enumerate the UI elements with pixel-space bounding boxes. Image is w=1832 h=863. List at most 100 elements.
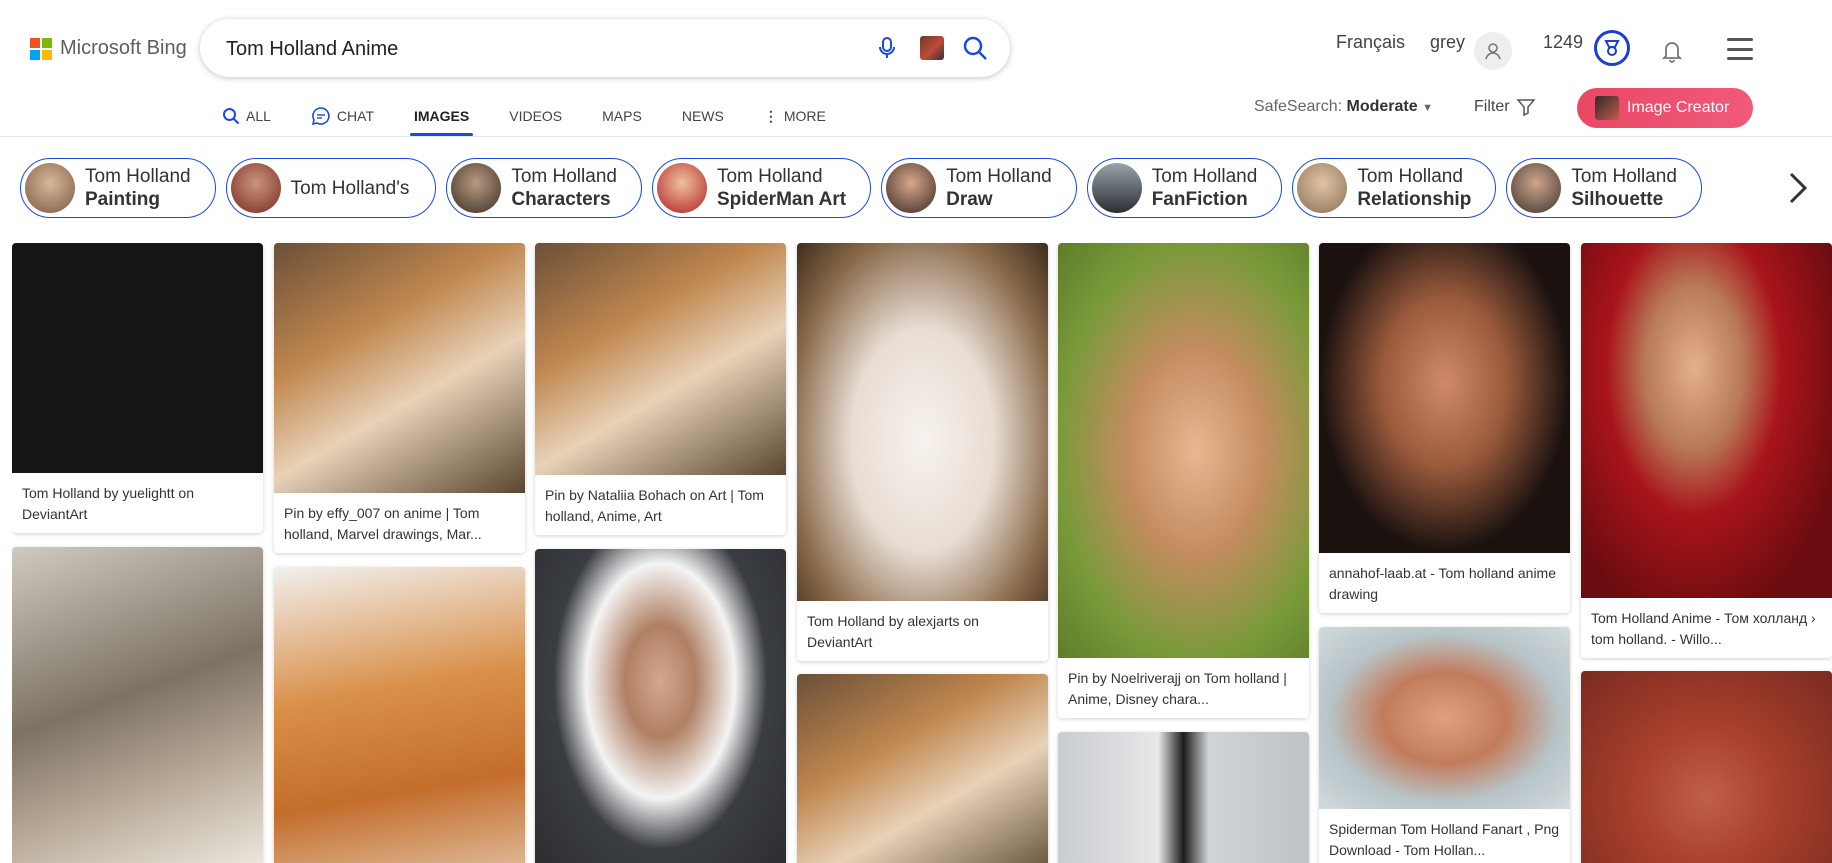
related-chip[interactable]: Tom Holland FanFiction xyxy=(1086,158,1283,218)
result-caption: Pin by Noelriverajj on Tom holland | Ani… xyxy=(1068,670,1287,707)
more-dots-icon: ⋮ xyxy=(763,107,778,124)
image-results-grid: Tom Holland by yuelightt on DeviantArt P… xyxy=(12,243,1832,863)
tab-maps[interactable]: MAPS xyxy=(602,96,642,136)
tab-videos[interactable]: VIDEOS xyxy=(509,96,562,136)
result-caption: Spiderman Tom Holland Fanart , Png Downl… xyxy=(1329,821,1560,858)
result-image xyxy=(12,547,263,863)
microphone-icon[interactable] xyxy=(875,36,899,60)
chip-line1: Tom Holland xyxy=(1357,166,1463,187)
image-result-card[interactable] xyxy=(1058,732,1309,863)
chip-thumbnail xyxy=(230,163,281,213)
tab-all[interactable]: ALL xyxy=(222,96,271,136)
safesearch-dropdown[interactable]: SafeSearch: Moderate ▼ xyxy=(1254,98,1433,116)
result-image xyxy=(274,567,525,863)
filter-button[interactable]: Filter xyxy=(1474,97,1536,117)
search-icon[interactable] xyxy=(962,35,988,61)
result-image xyxy=(1581,671,1832,863)
visual-search-icon[interactable] xyxy=(920,36,944,60)
user-name[interactable]: grey xyxy=(1430,32,1465,53)
chip-thumbnail xyxy=(886,163,937,213)
image-result-card[interactable]: Tom Holland Anime - Том холланд › tom ho… xyxy=(1581,243,1832,658)
rewards-points[interactable]: 1249 xyxy=(1543,32,1583,53)
result-caption: Tom Holland by alexjarts on DeviantArt xyxy=(807,613,979,650)
chip-thumbnail xyxy=(451,163,502,213)
result-image xyxy=(274,243,525,493)
result-image xyxy=(1581,243,1832,598)
result-image xyxy=(1319,243,1570,553)
search-box xyxy=(200,19,1010,77)
tab-more[interactable]: ⋮ MORE xyxy=(764,96,826,136)
search-input[interactable] xyxy=(224,35,828,63)
tab-news[interactable]: NEWS xyxy=(682,96,724,136)
top-header: Microsoft Bing Français grey 1249 ALL CH… xyxy=(0,0,1832,137)
image-creator-button[interactable]: Image Creator xyxy=(1577,88,1753,128)
image-creator-label: Image Creator xyxy=(1627,99,1730,116)
result-image xyxy=(535,549,786,863)
chip-line1: Tom Holland xyxy=(511,166,617,187)
result-caption: Pin by effy_007 on anime | Tom holland, … xyxy=(284,505,482,542)
caret-down-icon: ▼ xyxy=(1422,102,1433,114)
rewards-icon[interactable] xyxy=(1594,30,1630,66)
filter-label: Filter xyxy=(1474,98,1510,115)
image-result-card[interactable] xyxy=(1581,671,1832,863)
search-icon xyxy=(223,108,240,125)
safesearch-value: Moderate xyxy=(1346,98,1418,115)
related-chip[interactable]: Tom Holland Relationship xyxy=(1292,158,1497,218)
image-result-card[interactable] xyxy=(797,674,1048,863)
brand-name: Microsoft Bing xyxy=(60,37,187,59)
chip-line2: FanFiction xyxy=(1151,189,1248,210)
image-result-card[interactable] xyxy=(274,567,525,863)
result-image xyxy=(1058,732,1309,863)
result-image xyxy=(535,243,786,475)
chip-line2: Silhouette xyxy=(1571,189,1664,210)
related-chip[interactable]: Tom Holland's xyxy=(225,158,437,218)
notifications-bell-icon[interactable] xyxy=(1660,38,1684,64)
related-searches: Tom Holland Painting Tom Holland's Tom Ho… xyxy=(20,158,1702,220)
chip-line2: Characters xyxy=(511,189,611,210)
tab-label: IMAGES xyxy=(414,108,470,124)
microsoft-logo-icon xyxy=(30,37,52,60)
image-result-card[interactable]: Pin by Noelriverajj on Tom holland | Ani… xyxy=(1058,243,1309,718)
result-image xyxy=(797,674,1048,863)
chip-thumbnail xyxy=(1511,163,1562,213)
related-chip[interactable]: Tom Holland Draw xyxy=(881,158,1077,218)
image-result-card[interactable] xyxy=(535,549,786,863)
related-chip[interactable]: Tom Holland Silhouette xyxy=(1506,158,1702,218)
language-link[interactable]: Français xyxy=(1336,32,1405,53)
tab-label: VIDEOS xyxy=(509,108,563,124)
tab-label: NEWS xyxy=(681,108,724,124)
filter-funnel-icon xyxy=(1515,99,1536,117)
image-result-card[interactable]: Pin by Nataliia Bohach on Art | Tom holl… xyxy=(535,243,786,535)
chip-line2: Relationship xyxy=(1357,189,1472,210)
bing-logo[interactable]: Microsoft Bing xyxy=(30,37,187,60)
tab-label: CHAT xyxy=(336,108,374,124)
chevron-right-icon[interactable] xyxy=(1782,168,1812,208)
menu-icon[interactable] xyxy=(1727,38,1753,60)
related-chip[interactable]: Tom Holland Characters xyxy=(446,158,642,218)
image-result-card[interactable]: Tom Holland by alexjarts on DeviantArt xyxy=(797,243,1048,661)
tab-images[interactable]: IMAGES xyxy=(409,96,474,136)
tab-chat[interactable]: CHAT xyxy=(311,96,374,136)
chip-thumbnail xyxy=(656,163,707,213)
related-chip[interactable]: Tom Holland Painting xyxy=(20,158,216,218)
result-caption: annahof-laab.at - Tom holland anime draw… xyxy=(1329,565,1557,602)
result-image xyxy=(797,243,1048,601)
chat-icon xyxy=(311,107,330,126)
image-result-card[interactable]: Spiderman Tom Holland Fanart , Png Downl… xyxy=(1319,627,1570,863)
image-result-card[interactable] xyxy=(12,547,263,863)
search-tabs: ALL CHAT IMAGES VIDEOS MAPS NEWS ⋮ MORE xyxy=(222,96,866,136)
user-icon xyxy=(1485,43,1501,60)
avatar[interactable] xyxy=(1474,32,1512,70)
chip-line1: Tom Holland xyxy=(1151,166,1258,187)
chip-line2: Draw xyxy=(946,189,993,210)
result-caption: Tom Holland by yuelightt on DeviantArt xyxy=(22,485,194,522)
tab-label: ALL xyxy=(246,108,271,124)
result-image xyxy=(1058,243,1309,658)
image-result-card[interactable]: Pin by effy_007 on anime | Tom holland, … xyxy=(274,243,525,553)
safesearch-label: SafeSearch: xyxy=(1254,98,1343,115)
result-caption: Pin by Nataliia Bohach on Art | Tom holl… xyxy=(545,487,764,524)
image-result-card[interactable]: annahof-laab.at - Tom holland anime draw… xyxy=(1319,243,1570,613)
chip-thumbnail xyxy=(1297,163,1348,213)
related-chip[interactable]: Tom Holland SpiderMan Art xyxy=(651,158,872,218)
image-result-card[interactable]: Tom Holland by yuelightt on DeviantArt xyxy=(12,243,263,533)
